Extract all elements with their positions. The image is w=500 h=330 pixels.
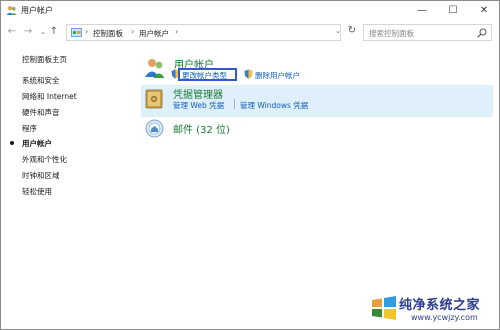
watermark-url: www.ycwjzy.com — [411, 313, 478, 322]
maximize-button[interactable]: ☐ — [438, 1, 468, 20]
minimize-button[interactable]: — — [407, 1, 437, 20]
manage-windows-credentials-link[interactable]: 管理 Windows 凭据 — [240, 100, 308, 111]
control-panel-icon — [71, 28, 82, 37]
breadcrumb-user-accounts[interactable]: 用户帐户 — [139, 28, 169, 39]
address-bar[interactable]: › 控制面板 › 用户帐户 › — [66, 24, 341, 41]
sidebar-item-control-panel-home[interactable]: 控制面板主页 — [22, 54, 67, 65]
up-button[interactable]: ↑ — [48, 25, 60, 39]
title-bar[interactable]: 用户帐户 — ☐ ✕ — [1, 1, 499, 20]
shield-icon — [244, 69, 253, 79]
manage-web-credentials-link[interactable]: 管理 Web 凭据 — [173, 100, 224, 111]
sidebar-item-appearance[interactable]: 外观和个性化 — [22, 154, 67, 165]
active-bullet-icon — [10, 141, 14, 145]
credential-vault-icon — [145, 89, 163, 109]
watermark: 纯净系统之家 www.ycwjzy.com — [371, 293, 500, 330]
highlight-box — [178, 68, 237, 81]
sidebar-item-network-internet[interactable]: 网络和 Internet — [22, 91, 77, 102]
sidebar-item-clock-region[interactable]: 时钟和区域 — [22, 170, 60, 181]
mail-icon — [145, 119, 164, 138]
user-accounts-app-icon — [6, 6, 17, 15]
forward-button[interactable]: → — [22, 25, 34, 39]
windows-logo-icon — [372, 296, 396, 320]
breadcrumb-separator-icon: › — [85, 27, 89, 36]
sidebar-item-hardware-sound[interactable]: 硬件和声音 — [22, 107, 60, 118]
search-icon[interactable] — [477, 28, 487, 38]
link-divider — [234, 99, 235, 109]
breadcrumb-control-panel[interactable]: 控制面板 — [93, 28, 123, 39]
refresh-button[interactable]: ↻ — [346, 23, 358, 39]
sidebar-item-system-security[interactable]: 系统和安全 — [22, 75, 60, 86]
watermark-title: 纯净系统之家 — [399, 298, 481, 313]
user-accounts-icon — [145, 59, 165, 78]
window-title: 用户帐户 — [21, 6, 53, 15]
navigation-bar: ← → ⌄ ↑ › 控制面板 › 用户帐户 › ⌄ ↻ 搜索控制面板 — [1, 22, 499, 42]
credential-manager-title[interactable]: 凭据管理器 — [173, 86, 223, 101]
delete-user-account-link[interactable]: 删除用户帐户 — [255, 70, 300, 81]
mail-title[interactable]: 邮件 (32 位) — [173, 121, 230, 136]
sidebar-item-programs[interactable]: 程序 — [22, 123, 37, 134]
address-dropdown-icon[interactable]: ⌄ — [332, 24, 344, 38]
breadcrumb-separator-icon: › — [175, 27, 179, 36]
sidebar: 控制面板主页 系统和安全 网络和 Internet 硬件和声音 程序 用户帐户 … — [1, 46, 131, 246]
sidebar-item-user-accounts[interactable]: 用户帐户 — [22, 138, 52, 149]
control-panel-window: 用户帐户 — ☐ ✕ ← → ⌄ ↑ › 控制面板 › 用户帐户 › ⌄ ↻ 搜… — [0, 0, 500, 330]
sidebar-item-ease-of-access[interactable]: 轻松使用 — [22, 186, 52, 197]
back-button[interactable]: ← — [6, 25, 18, 39]
search-input[interactable]: 搜索控制面板 — [363, 24, 492, 41]
close-button[interactable]: ✕ — [469, 1, 499, 20]
search-placeholder: 搜索控制面板 — [369, 29, 414, 38]
breadcrumb-separator-icon: › — [131, 27, 135, 36]
